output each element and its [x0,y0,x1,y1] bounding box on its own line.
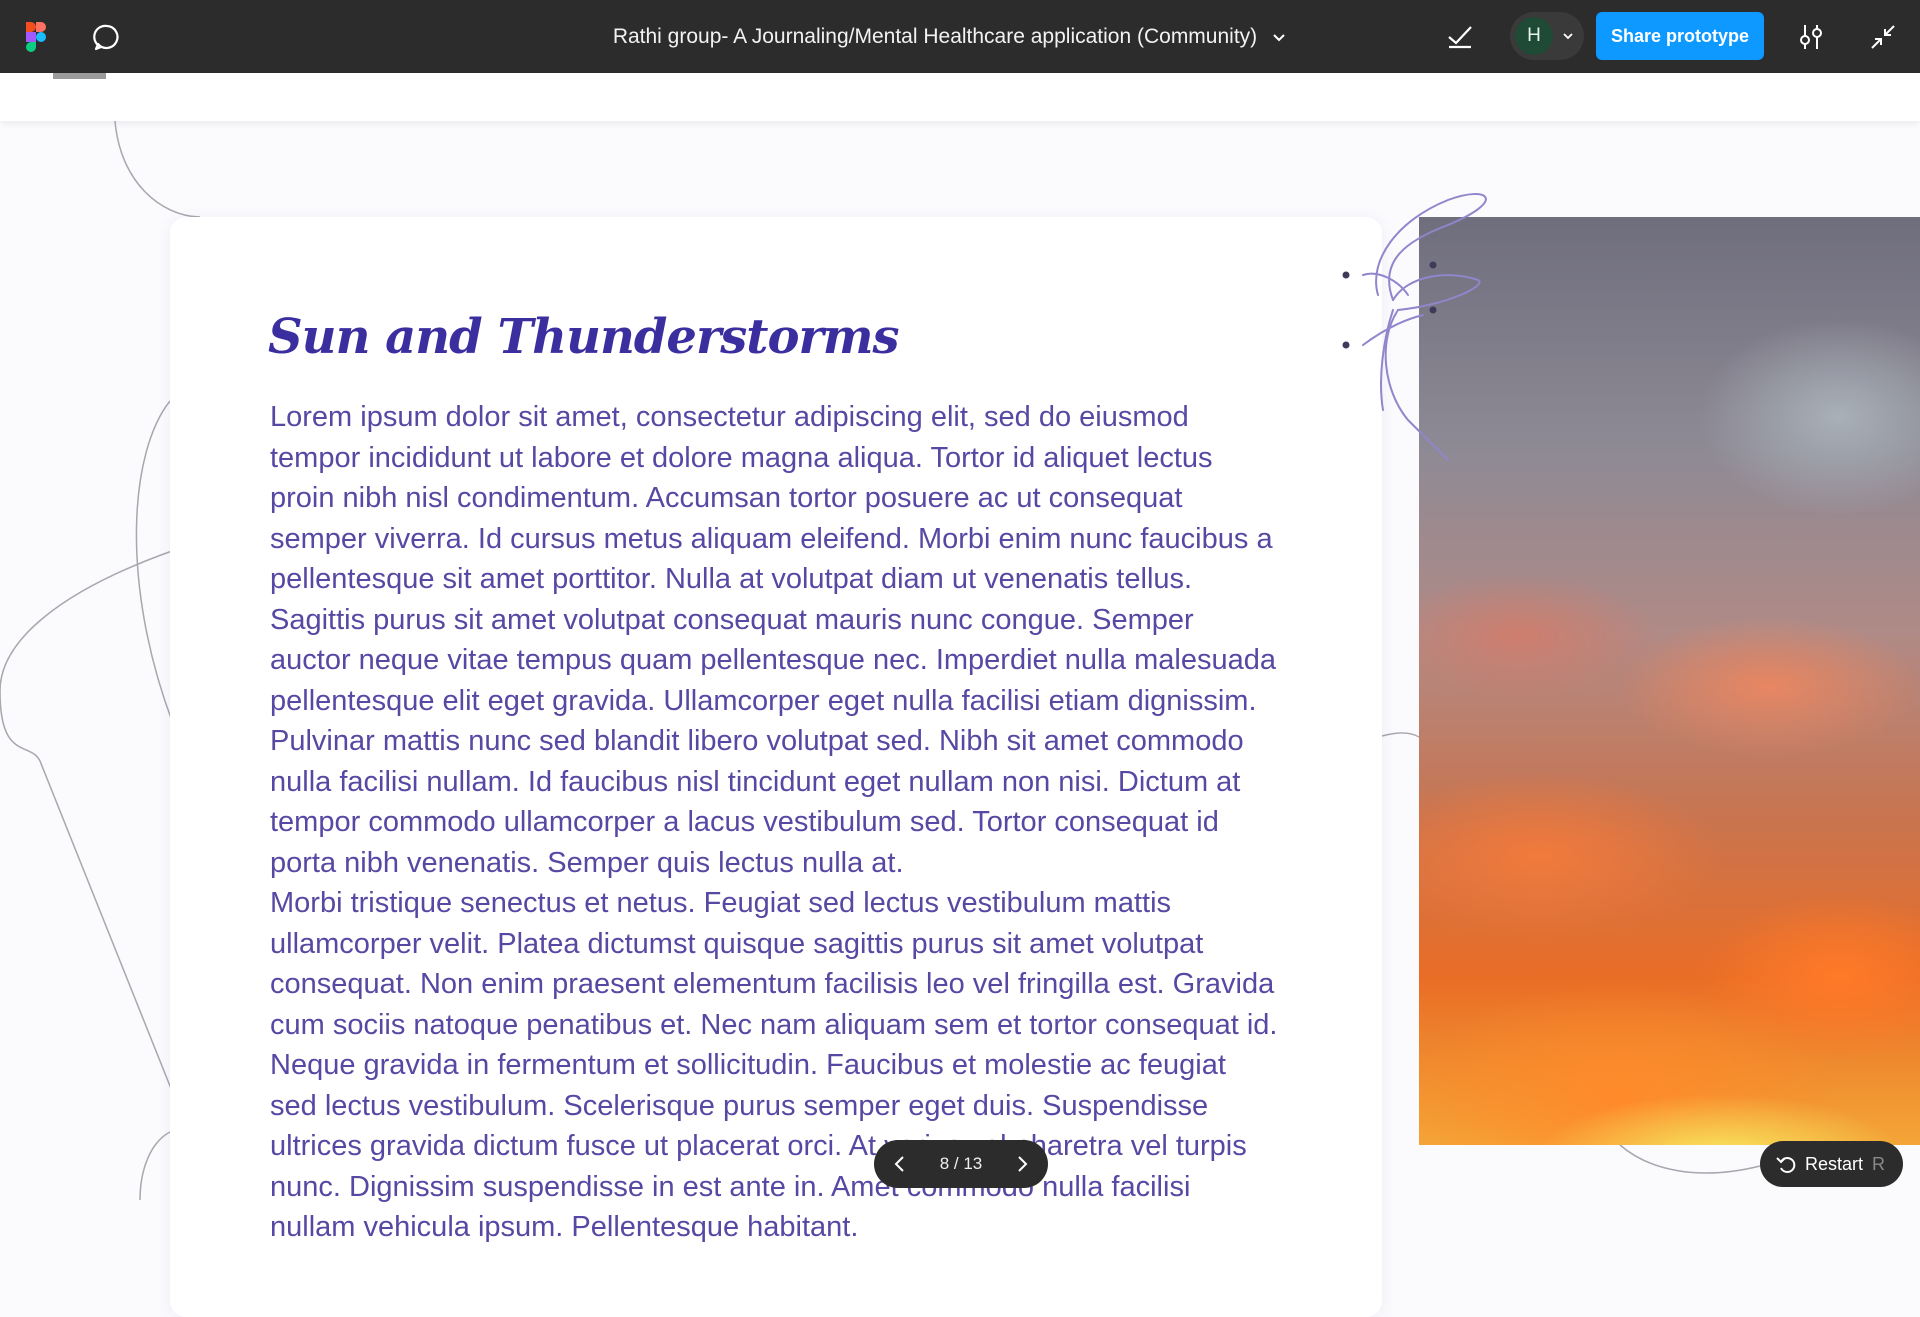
restart-label: Restart [1805,1154,1864,1174]
figma-logo-icon[interactable] [26,22,46,52]
user-menu[interactable]: H [1510,12,1584,60]
file-title: Rathi group- A Journaling/Mental Healthc… [612,24,1258,48]
file-title-menu[interactable]: Rathi group- A Journaling/Mental Healthc… [560,0,1340,73]
entry-heading: Sun and Thunderstorms [268,309,900,365]
entry-paragraph-1: Lorem ipsum dolor sit amet, consectetur … [270,401,1276,879]
restart-icon [1776,1157,1796,1173]
restart-shortcut: R [1872,1154,1885,1174]
restart-button[interactable]: Restart R [1760,1141,1903,1187]
scroll-indicator [53,73,106,79]
checkmark-icon[interactable] [1446,22,1474,50]
comment-icon[interactable] [92,22,122,52]
frame-pager: 8 / 13 [874,1140,1048,1188]
share-prototype-button[interactable]: Share prototype [1596,12,1764,60]
entry-paragraph-2: Morbi tristique senectus et netus. Feugi… [270,887,1278,1243]
chevron-right-icon[interactable] [1012,1154,1032,1174]
avatar: H [1515,17,1553,55]
prototype-frame-header [0,73,1920,121]
chevron-down-icon [1273,33,1285,41]
settings-sliders-icon[interactable] [1796,22,1826,52]
sunset-sky-image [1419,217,1920,1145]
collapse-icon[interactable] [1870,24,1896,50]
top-toolbar: Rathi group- A Journaling/Mental Healthc… [0,0,1920,73]
journal-entry-card: Sun and Thunderstorms Lorem ipsum dolor … [170,217,1382,1317]
chevron-down-icon [1563,33,1573,40]
